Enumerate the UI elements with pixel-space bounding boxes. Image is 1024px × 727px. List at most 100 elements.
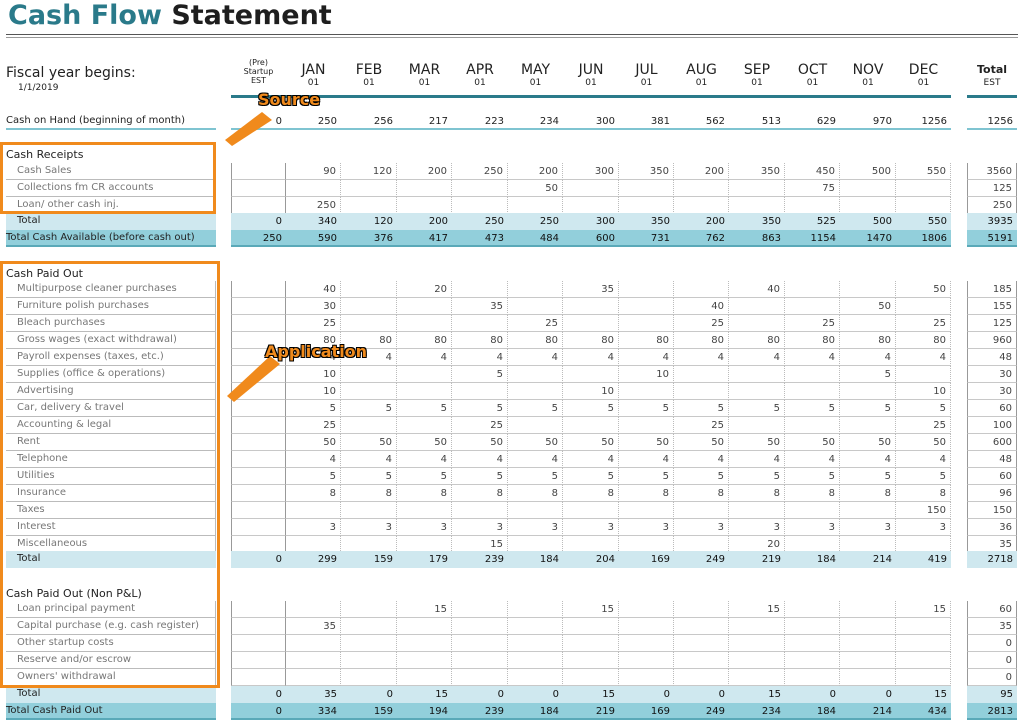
row-value-cell[interactable] xyxy=(231,163,286,180)
row-value-cell[interactable]: 0 xyxy=(785,686,840,703)
row-value-cell[interactable] xyxy=(397,652,452,669)
row-value-cell[interactable] xyxy=(785,618,840,635)
row-value-cell[interactable]: 250 xyxy=(286,113,341,130)
row-value-cell[interactable] xyxy=(619,669,674,686)
row-value-cell[interactable] xyxy=(840,180,896,197)
row-value-cell[interactable]: 3 xyxy=(452,519,508,536)
row-value-cell[interactable] xyxy=(231,434,286,451)
row-value-cell[interactable]: 40 xyxy=(286,281,341,298)
row-value-cell[interactable] xyxy=(674,383,729,400)
row-value-cell[interactable]: 8 xyxy=(341,485,397,502)
row-value-cell[interactable] xyxy=(397,635,452,652)
row-value-cell[interactable]: 960 xyxy=(967,332,1017,349)
row-value-cell[interactable] xyxy=(341,366,397,383)
row-value-cell[interactable]: 600 xyxy=(563,230,619,247)
row-value-cell[interactable] xyxy=(341,298,397,315)
row-value-cell[interactable]: 5 xyxy=(840,400,896,417)
row-value-cell[interactable]: 184 xyxy=(785,703,840,720)
row-value-cell[interactable] xyxy=(619,197,674,214)
row-value-cell[interactable]: 4 xyxy=(286,451,341,468)
row-value-cell[interactable]: 5 xyxy=(674,468,729,485)
row-value-cell[interactable]: 0 xyxy=(341,686,397,703)
row-value-cell[interactable]: 3 xyxy=(563,519,619,536)
row-value-cell[interactable] xyxy=(840,618,896,635)
row-value-cell[interactable] xyxy=(508,618,563,635)
row-value-cell[interactable]: 200 xyxy=(397,163,452,180)
row-value-cell[interactable]: 25 xyxy=(286,315,341,332)
row-value-cell[interactable]: 4 xyxy=(840,349,896,366)
row-value-cell[interactable]: 250 xyxy=(508,213,563,230)
row-value-cell[interactable] xyxy=(729,618,785,635)
row-value-cell[interactable] xyxy=(508,417,563,434)
row-value-cell[interactable]: 5 xyxy=(563,468,619,485)
row-value-cell[interactable]: 249 xyxy=(674,551,729,568)
row-value-cell[interactable]: 3 xyxy=(619,519,674,536)
row-value-cell[interactable] xyxy=(286,180,341,197)
row-value-cell[interactable]: 20 xyxy=(397,281,452,298)
row-value-cell[interactable] xyxy=(452,197,508,214)
row-value-cell[interactable] xyxy=(452,315,508,332)
row-value-cell[interactable]: 50 xyxy=(840,434,896,451)
row-value-cell[interactable]: 5 xyxy=(286,468,341,485)
row-value-cell[interactable]: 80 xyxy=(619,332,674,349)
row-value-cell[interactable] xyxy=(729,315,785,332)
row-value-cell[interactable]: 8 xyxy=(397,485,452,502)
row-value-cell[interactable]: 3 xyxy=(508,519,563,536)
row-value-cell[interactable]: 169 xyxy=(619,551,674,568)
row-value-cell[interactable]: 8 xyxy=(508,485,563,502)
row-value-cell[interactable] xyxy=(508,366,563,383)
row-value-cell[interactable]: 3 xyxy=(840,519,896,536)
row-value-cell[interactable] xyxy=(674,281,729,298)
row-value-cell[interactable] xyxy=(397,383,452,400)
row-value-cell[interactable] xyxy=(231,652,286,669)
row-value-cell[interactable]: 256 xyxy=(341,113,397,130)
row-value-cell[interactable] xyxy=(508,502,563,519)
row-value-cell[interactable]: 376 xyxy=(341,230,397,247)
row-value-cell[interactable]: 300 xyxy=(563,213,619,230)
row-value-cell[interactable]: 731 xyxy=(619,230,674,247)
row-value-cell[interactable] xyxy=(840,315,896,332)
row-value-cell[interactable]: 15 xyxy=(896,686,951,703)
row-value-cell[interactable]: 1470 xyxy=(840,230,896,247)
row-value-cell[interactable] xyxy=(231,451,286,468)
row-value-cell[interactable]: 48 xyxy=(967,349,1017,366)
row-value-cell[interactable] xyxy=(619,281,674,298)
row-value-cell[interactable]: 0 xyxy=(619,686,674,703)
row-value-cell[interactable]: 334 xyxy=(286,703,341,720)
row-value-cell[interactable]: 125 xyxy=(967,315,1017,332)
row-value-cell[interactable] xyxy=(563,315,619,332)
row-value-cell[interactable]: 4 xyxy=(896,349,951,366)
row-value-cell[interactable]: 25 xyxy=(286,417,341,434)
row-value-cell[interactable]: 381 xyxy=(619,113,674,130)
row-value-cell[interactable]: 562 xyxy=(674,113,729,130)
row-value-cell[interactable] xyxy=(619,298,674,315)
row-value-cell[interactable] xyxy=(341,315,397,332)
row-value-cell[interactable]: 500 xyxy=(840,213,896,230)
row-value-cell[interactable]: 340 xyxy=(286,213,341,230)
row-value-cell[interactable]: 473 xyxy=(452,230,508,247)
row-value-cell[interactable] xyxy=(785,383,840,400)
row-value-cell[interactable]: 50 xyxy=(674,434,729,451)
row-value-cell[interactable]: 5 xyxy=(840,366,896,383)
row-value-cell[interactable]: 1256 xyxy=(967,113,1017,130)
row-value-cell[interactable] xyxy=(341,281,397,298)
row-value-cell[interactable] xyxy=(452,180,508,197)
row-value-cell[interactable]: 4 xyxy=(729,349,785,366)
row-value-cell[interactable]: 249 xyxy=(674,703,729,720)
row-value-cell[interactable] xyxy=(341,669,397,686)
row-value-cell[interactable] xyxy=(452,635,508,652)
row-value-cell[interactable] xyxy=(896,366,951,383)
row-value-cell[interactable]: 15 xyxy=(563,686,619,703)
row-value-cell[interactable]: 95 xyxy=(967,686,1017,703)
row-value-cell[interactable]: 762 xyxy=(674,230,729,247)
row-value-cell[interactable] xyxy=(785,635,840,652)
row-value-cell[interactable] xyxy=(840,502,896,519)
row-value-cell[interactable]: 350 xyxy=(729,213,785,230)
row-value-cell[interactable]: 4 xyxy=(785,451,840,468)
row-value-cell[interactable] xyxy=(563,669,619,686)
row-value-cell[interactable]: 4 xyxy=(619,349,674,366)
row-value-cell[interactable] xyxy=(840,652,896,669)
row-value-cell[interactable] xyxy=(619,383,674,400)
row-value-cell[interactable] xyxy=(840,417,896,434)
row-value-cell[interactable] xyxy=(508,298,563,315)
